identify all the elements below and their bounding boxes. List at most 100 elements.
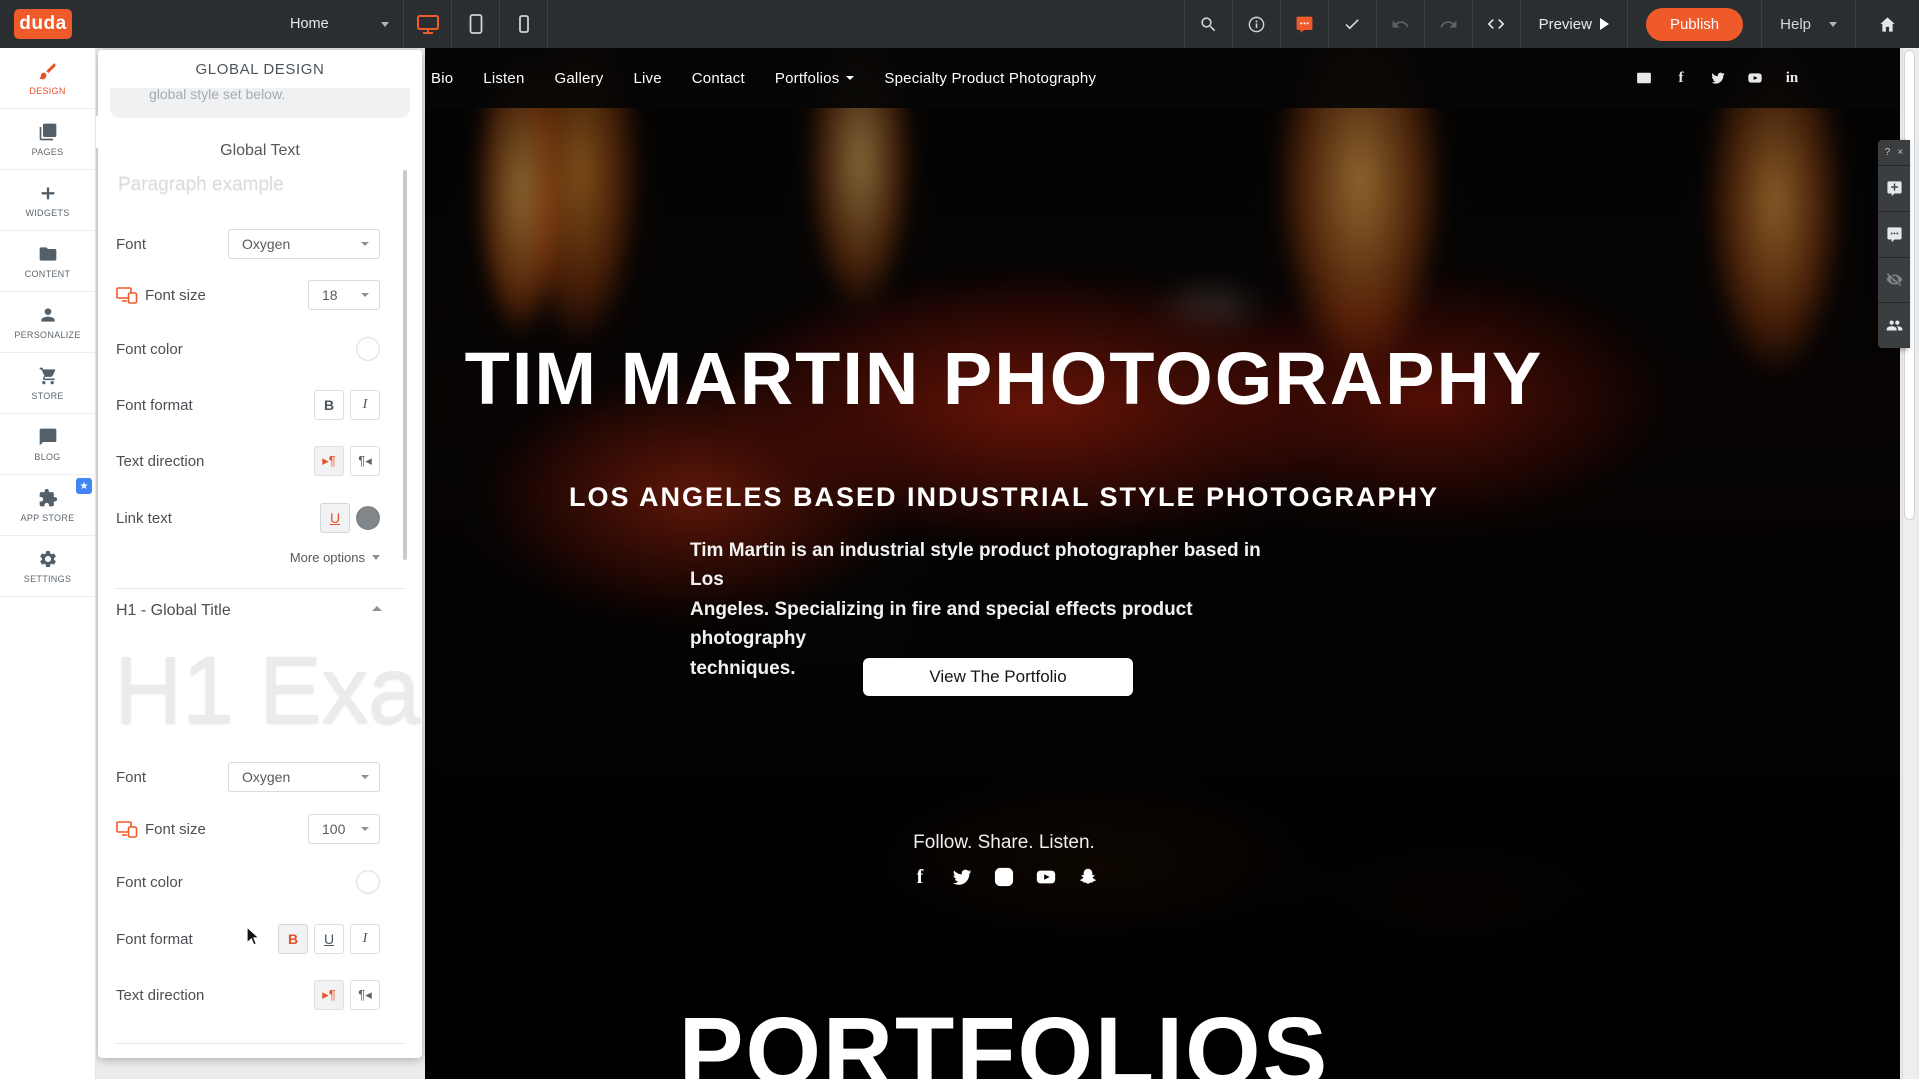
close-icon[interactable]: ×	[1897, 147, 1903, 158]
sidebar-item-label: BLOG	[34, 452, 60, 462]
direction-rtl-button[interactable]: ¶◂	[350, 446, 380, 476]
sidebar-item-content[interactable]: CONTENT	[0, 231, 95, 292]
dashboard-home-button[interactable]	[1855, 0, 1919, 48]
collaborators-button[interactable]	[1878, 303, 1910, 348]
nav-item-portfolios-label: Portfolios	[775, 70, 840, 87]
add-comment-button[interactable]	[1878, 166, 1910, 212]
publish-button[interactable]: Publish	[1646, 8, 1743, 41]
h1-bold-button[interactable]: B	[278, 924, 308, 954]
sidebar-item-store[interactable]: STORE	[0, 353, 95, 414]
saved-indicator[interactable]	[1328, 0, 1376, 48]
eye-slash-icon	[1886, 271, 1903, 288]
email-icon[interactable]	[1636, 70, 1652, 86]
font-label: Font	[116, 769, 146, 786]
font-row: Font Oxygen	[116, 228, 404, 260]
bold-button[interactable]: B	[314, 390, 344, 420]
snapchat-icon[interactable]	[1077, 866, 1099, 888]
nav-item-portfolios[interactable]: Portfolios	[775, 70, 855, 87]
youtube-icon[interactable]	[1035, 866, 1057, 888]
font-color-row: Font color	[116, 333, 404, 365]
nav-item-specialty[interactable]: Specialty Product Photography	[884, 70, 1096, 87]
nav-item-bio[interactable]: Bio	[431, 70, 453, 87]
undo-button[interactable]	[1376, 0, 1424, 48]
brush-icon	[38, 61, 58, 81]
top-toolbar: duda Home	[0, 0, 1919, 48]
h1-direction-ltr-button[interactable]: ▸¶	[314, 980, 344, 1010]
comments-button[interactable]	[1878, 212, 1910, 258]
link-color-swatch[interactable]	[356, 506, 380, 530]
feedback-button[interactable]	[1280, 0, 1328, 48]
panel-header: GLOBAL DESIGN	[98, 50, 422, 88]
font-size-select[interactable]: 18	[308, 280, 380, 310]
duda-logo[interactable]: duda	[14, 9, 72, 39]
font-format-row: Font format B I	[116, 389, 404, 421]
link-text-label: Link text	[116, 510, 172, 527]
page-selector-label: Home	[290, 16, 329, 32]
dev-mode-button[interactable]	[1472, 0, 1520, 48]
sidebar-item-label: CONTENT	[25, 269, 71, 279]
chevron-down-icon	[361, 242, 369, 246]
page-selector[interactable]: Home	[232, 0, 404, 48]
more-options-link[interactable]: More options	[290, 550, 380, 565]
sidebar-item-label: PERSONALIZE	[14, 330, 80, 340]
sidebar-item-blog[interactable]: BLOG	[0, 414, 95, 475]
h1-font-size-select[interactable]: 100	[308, 814, 380, 844]
youtube-icon[interactable]	[1747, 70, 1763, 86]
sidebar-item-app-store[interactable]: APP STORE ★	[0, 475, 95, 536]
sidebar-item-pages[interactable]: PAGES	[0, 109, 95, 170]
help-menu[interactable]: Help	[1761, 0, 1855, 48]
mobile-view-button[interactable]	[500, 0, 548, 48]
font-color-label: Font color	[116, 341, 183, 358]
nav-item-gallery[interactable]: Gallery	[555, 70, 604, 87]
linkedin-icon[interactable]: in	[1784, 70, 1800, 86]
italic-button[interactable]: I	[350, 390, 380, 420]
help-icon[interactable]: ?	[1885, 147, 1891, 158]
undo-icon	[1391, 15, 1410, 34]
h1-font-color-swatch[interactable]	[356, 870, 380, 894]
play-icon	[1600, 18, 1609, 30]
direction-ltr-button[interactable]: ▸¶	[314, 446, 344, 476]
sidebar-item-settings[interactable]: SETTINGS	[0, 536, 95, 597]
link-underline-button[interactable]: U	[320, 503, 350, 533]
h1-example-preview: H1 Example	[114, 636, 422, 754]
instagram-icon[interactable]	[993, 866, 1015, 888]
redo-button[interactable]	[1424, 0, 1472, 48]
font-size-label: Font size	[145, 287, 206, 304]
desktop-view-button[interactable]	[404, 0, 452, 48]
h1-underline-button[interactable]: U	[314, 924, 344, 954]
preview-button[interactable]: Preview	[1520, 0, 1627, 48]
facebook-icon[interactable]: f	[909, 866, 931, 888]
search-button[interactable]	[1184, 0, 1232, 48]
nav-item-live[interactable]: Live	[633, 70, 661, 87]
sidebar-item-design[interactable]: DESIGN	[0, 48, 95, 109]
comment-dots-icon	[1295, 15, 1314, 34]
font-color-swatch[interactable]	[356, 337, 380, 361]
nav-item-listen[interactable]: Listen	[483, 70, 524, 87]
tablet-icon	[464, 12, 488, 36]
puzzle-icon	[38, 488, 58, 508]
nav-item-contact[interactable]: Contact	[692, 70, 745, 87]
cart-icon	[38, 366, 58, 386]
view-portfolio-button[interactable]: View The Portfolio	[863, 658, 1133, 696]
twitter-icon[interactable]	[1710, 70, 1726, 86]
font-format-label: Font format	[116, 397, 193, 414]
paragraph-example-preview: Paragraph example	[118, 174, 284, 196]
text-direction-label: Text direction	[116, 987, 204, 1004]
facebook-icon[interactable]: f	[1673, 70, 1689, 86]
chevron-down-icon	[361, 775, 369, 779]
font-select[interactable]: Oxygen	[228, 229, 380, 259]
h1-italic-button[interactable]: I	[350, 924, 380, 954]
h1-text-direction-row: Text direction ▸¶ ¶◂	[116, 979, 404, 1011]
h1-font-select[interactable]: Oxygen	[228, 762, 380, 792]
chevron-up-icon[interactable]	[372, 606, 382, 611]
info-button[interactable]	[1232, 0, 1280, 48]
site-navbar: Bio Listen Gallery Live Contact Portfoli…	[425, 48, 1900, 108]
panel-scrollbar[interactable]	[403, 170, 407, 560]
h1-direction-rtl-button[interactable]: ¶◂	[350, 980, 380, 1010]
twitter-icon[interactable]	[951, 866, 973, 888]
sidebar-item-personalize[interactable]: PERSONALIZE	[0, 292, 95, 353]
hide-comments-button[interactable]	[1878, 258, 1910, 304]
sidebar-item-widgets[interactable]: WIDGETS	[0, 170, 95, 231]
h1-font-size-row: Font size 100	[116, 813, 404, 845]
tablet-view-button[interactable]	[452, 0, 500, 48]
